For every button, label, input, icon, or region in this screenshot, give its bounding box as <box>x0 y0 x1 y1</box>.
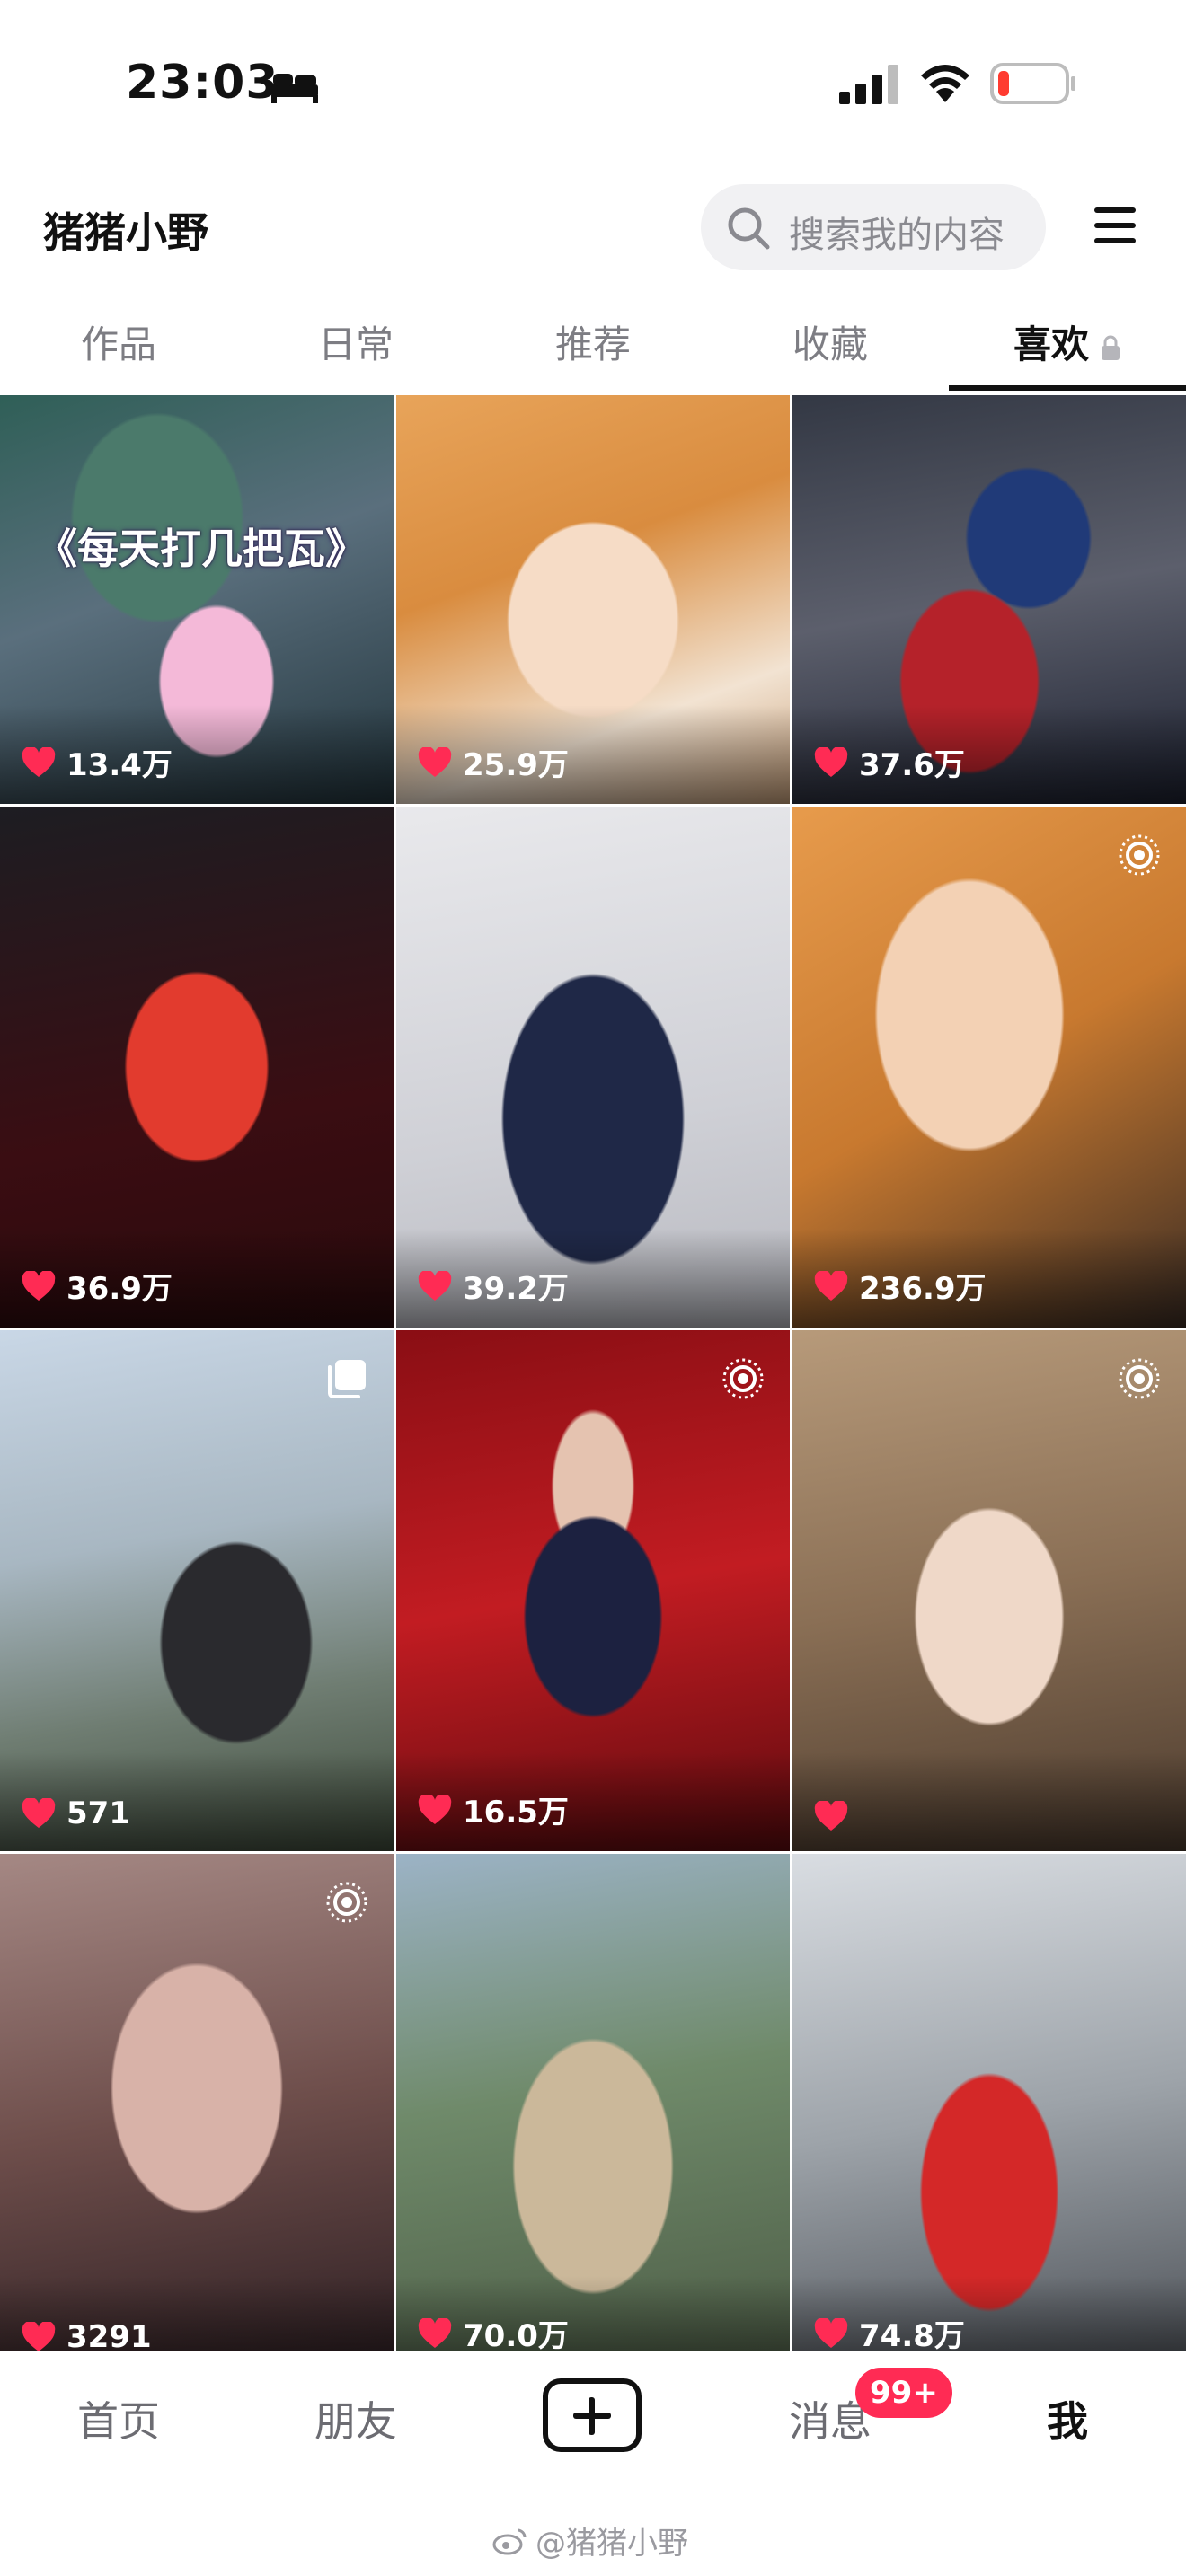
like-count: 74.8万 <box>814 2311 965 2351</box>
tile-overlay-text: 《每天打几把瓦》 <box>36 525 367 573</box>
like-count: 236.9万 <box>814 1264 987 1308</box>
like-count: 3291 <box>22 2319 152 2351</box>
video-tile[interactable]: 3291 <box>0 1854 394 2351</box>
tab-label: 日常 <box>317 322 394 366</box>
status-time: 23:03 <box>126 56 279 110</box>
live-photo-icon <box>326 1882 367 1923</box>
heart-icon <box>814 2317 848 2348</box>
heart-icon <box>22 746 56 777</box>
wifi-icon <box>921 65 969 102</box>
tab-label: 收藏 <box>792 322 868 366</box>
tab-label: 喜欢 <box>1013 322 1089 366</box>
video-tile[interactable]: 571 <box>0 1330 394 1851</box>
nav-friends[interactable]: 朋友 <box>237 2389 474 2448</box>
heart-icon <box>418 1270 452 1301</box>
video-tile[interactable] <box>792 1330 1186 1851</box>
profile-tabs: 作品 日常 推荐 收藏 喜欢 <box>0 296 1186 395</box>
watermark-text: @猪猪小野 <box>535 2526 688 2562</box>
heart-icon <box>418 746 452 777</box>
like-count-text: 74.8万 <box>859 2318 965 2351</box>
bottom-nav: 首页 朋友 消息 99+ 我 @猪猪小野 <box>0 2351 1186 2576</box>
heart-icon <box>418 1794 452 1824</box>
multi-image-icon <box>328 1360 366 1398</box>
like-count-text: 16.5万 <box>463 1795 569 1831</box>
search-placeholder: 搜索我的内容 <box>789 215 1005 256</box>
liked-videos-grid: 《每天打几把瓦》 13.4万 25.9万 37.6万 36.9万 39.2万 2… <box>0 395 1186 2351</box>
like-count-text: 236.9万 <box>859 1271 987 1307</box>
watermark: @猪猪小野 <box>492 2519 688 2563</box>
like-count: 39.2万 <box>418 1264 569 1308</box>
video-tile[interactable]: 25.9万 <box>396 395 790 804</box>
battery-low-icon <box>990 63 1075 104</box>
tab-likes[interactable]: 喜欢 <box>949 314 1186 369</box>
like-count: 36.9万 <box>22 1264 173 1308</box>
add-button[interactable] <box>543 2378 642 2452</box>
signal-icon <box>839 65 898 104</box>
like-count-text: 13.4万 <box>66 747 173 783</box>
like-count: 571 <box>22 1795 130 1831</box>
tab-works[interactable]: 作品 <box>0 314 237 369</box>
like-count: 13.4万 <box>22 740 173 784</box>
video-tile[interactable]: 70.0万 <box>396 1854 790 2351</box>
like-count-text: 36.9万 <box>66 1271 173 1307</box>
weibo-logo-icon <box>492 2528 527 2554</box>
live-photo-icon <box>722 1358 764 1399</box>
live-photo-icon <box>1119 834 1160 876</box>
status-bar: 23:03 <box>0 0 1186 171</box>
like-count: 37.6万 <box>814 740 965 784</box>
heart-icon <box>814 746 848 777</box>
tab-daily[interactable]: 日常 <box>237 314 474 369</box>
heart-icon <box>418 2317 452 2348</box>
like-count-text: 39.2万 <box>463 1271 569 1307</box>
live-photo-icon <box>1119 1358 1160 1399</box>
tab-favorites[interactable]: 收藏 <box>712 314 949 369</box>
like-count: 70.0万 <box>418 2311 569 2351</box>
heart-icon <box>22 2322 56 2351</box>
video-tile[interactable]: 74.8万 <box>792 1854 1186 2351</box>
nav-me[interactable]: 我 <box>949 2389 1186 2448</box>
menu-icon[interactable] <box>1093 206 1137 245</box>
nav-home[interactable]: 首页 <box>0 2389 237 2448</box>
username-title[interactable]: 猪猪小野 <box>43 200 208 260</box>
video-tile[interactable]: 《每天打几把瓦》 13.4万 <box>0 395 394 804</box>
heart-icon <box>814 1270 848 1301</box>
profile-header: 猪猪小野 搜索我的内容 <box>0 175 1186 278</box>
like-count-text: 25.9万 <box>463 747 569 783</box>
like-count <box>814 1801 859 1831</box>
like-count: 16.5万 <box>418 1787 569 1831</box>
search-input[interactable]: 搜索我的内容 <box>701 184 1046 270</box>
like-count-text: 70.0万 <box>463 2318 569 2351</box>
lock-icon <box>1102 335 1120 360</box>
video-tile[interactable]: 36.9万 <box>0 807 394 1328</box>
tab-label: 推荐 <box>554 322 631 366</box>
video-tile[interactable]: 16.5万 <box>396 1330 790 1851</box>
bed-icon <box>271 74 318 103</box>
like-count: 25.9万 <box>418 740 569 784</box>
message-count-badge: 99+ <box>855 2368 952 2418</box>
heart-icon <box>22 1270 56 1301</box>
tab-label: 作品 <box>80 322 156 366</box>
like-count-text: 3291 <box>66 2319 152 2351</box>
like-count-text: 37.6万 <box>859 747 965 783</box>
heart-icon <box>22 1798 56 1828</box>
search-icon <box>728 207 770 250</box>
heart-icon <box>814 1801 848 1831</box>
active-tab-indicator <box>949 385 1186 391</box>
like-count-text: 571 <box>66 1795 130 1831</box>
video-tile[interactable]: 39.2万 <box>396 807 790 1328</box>
tab-recommend[interactable]: 推荐 <box>474 314 712 369</box>
video-tile[interactable]: 37.6万 <box>792 395 1186 804</box>
video-tile[interactable]: 236.9万 <box>792 807 1186 1328</box>
